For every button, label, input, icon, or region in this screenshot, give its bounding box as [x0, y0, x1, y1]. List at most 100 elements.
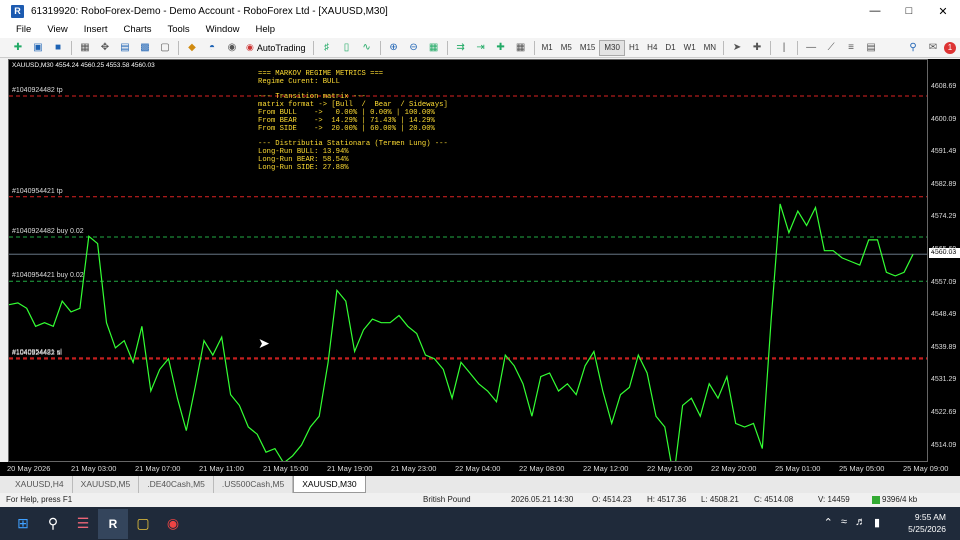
- file-explorer-icon[interactable]: ▢: [128, 509, 158, 539]
- indicators-icon[interactable]: ✚: [492, 40, 510, 56]
- status-low: L: 4508.21: [701, 495, 739, 504]
- info-line: From SIDE -> 20.00% | 60.00% | 20.00%: [258, 124, 435, 133]
- horizontal-line-icon[interactable]: —: [802, 40, 820, 56]
- price-chart[interactable]: XAUUSD,M30 4554.24 4560.25 4553.58 4560.…: [8, 59, 928, 462]
- order-line-label: #1040924482 buy 0.02: [12, 228, 84, 236]
- profiles-icon[interactable]: ▣: [29, 40, 47, 56]
- chart-shift-icon[interactable]: ⇥: [472, 40, 490, 56]
- tf-w1[interactable]: W1: [680, 41, 700, 55]
- chrome-icon[interactable]: ◉: [158, 509, 188, 539]
- tab-xauusd-m5[interactable]: XAUUSD,M5: [73, 476, 140, 493]
- status-profile: British Pound: [423, 495, 471, 504]
- price-tick: 4591.49: [931, 148, 957, 156]
- menu-help[interactable]: Help: [247, 22, 283, 38]
- new-order-icon[interactable]: ◆: [183, 40, 201, 56]
- price-tick: 4574.29: [931, 213, 957, 221]
- wifi-icon[interactable]: ≈: [841, 516, 847, 529]
- tf-mn[interactable]: MN: [700, 41, 720, 55]
- menu-file[interactable]: File: [8, 22, 39, 38]
- tf-h1[interactable]: H1: [625, 41, 643, 55]
- price-tick: 4565.69: [931, 246, 957, 253]
- chat-icon[interactable]: ✉: [924, 40, 942, 56]
- menu-insert[interactable]: Insert: [76, 22, 116, 38]
- time-tick: 21 May 07:00: [135, 464, 181, 473]
- price-axis: 4560.03 4608.69 4600.09 4591.49 4582.89 4574…: [928, 59, 960, 462]
- price-tick: 4557.09: [931, 278, 957, 286]
- tab-xauusd-m30[interactable]: XAUUSD,M30: [293, 476, 366, 493]
- connection-icon: [872, 495, 880, 504]
- search-icon[interactable]: ⚲: [904, 40, 922, 56]
- channel-icon[interactable]: ≡: [842, 40, 860, 56]
- trendline-icon[interactable]: ⟋: [822, 40, 840, 56]
- zoom-in-icon[interactable]: ⊕: [385, 40, 403, 56]
- metatrader-taskbar-icon[interactable]: R: [98, 508, 128, 539]
- widgets-icon[interactable]: ☰: [68, 509, 98, 539]
- close-icon[interactable]: ✕: [926, 0, 960, 22]
- strategy-tester-icon[interactable]: ▢: [156, 40, 174, 56]
- price-line: [9, 203, 914, 461]
- market-watch-icon[interactable]: ▦: [76, 40, 94, 56]
- time-tick: 25 May 01:00: [775, 464, 821, 473]
- autotrading-icon: ◉: [246, 42, 254, 52]
- time-tick: 25 May 09:00: [903, 464, 949, 473]
- battery-icon[interactable]: ▮: [874, 516, 880, 529]
- chart-window-icon[interactable]: ■: [49, 40, 67, 56]
- time-tick: 21 May 03:00: [71, 464, 117, 473]
- app-icon: R: [11, 4, 24, 18]
- line-chart-icon[interactable]: ∿: [358, 40, 376, 56]
- auto-scroll-icon[interactable]: ⇉: [452, 40, 470, 56]
- metaeditor-icon[interactable]: ◓: [203, 40, 221, 56]
- new-chart-icon[interactable]: ✚: [9, 40, 27, 56]
- menu-view[interactable]: View: [39, 22, 75, 38]
- zoom-out-icon[interactable]: ⊖: [405, 40, 423, 56]
- tf-h4[interactable]: H4: [643, 41, 661, 55]
- signals-icon[interactable]: ◉: [223, 40, 241, 56]
- windows-start-icon[interactable]: ⊞: [8, 509, 38, 539]
- time-tick: 21 May 23:00: [391, 464, 437, 473]
- notifications-badge-icon[interactable]: 1: [944, 41, 956, 54]
- menu-window[interactable]: Window: [198, 22, 248, 38]
- tab-xauusd-h4[interactable]: XAUUSD,H4: [7, 476, 73, 493]
- order-line-label: #1040954421 tp: [12, 187, 63, 195]
- chevron-up-icon[interactable]: ⌃: [824, 516, 833, 529]
- crosshair-icon[interactable]: ✚: [748, 40, 766, 56]
- fibonacci-icon[interactable]: ▤: [862, 40, 880, 56]
- search-taskbar-icon[interactable]: ⚲: [38, 509, 68, 539]
- system-tray: ⌃ ≈ ♬ ▮: [824, 516, 880, 529]
- tile-windows-icon[interactable]: ▦: [425, 40, 443, 56]
- templates-icon[interactable]: ▦: [512, 40, 530, 56]
- status-bar: For Help, press F1 British Pound 2026.05…: [0, 493, 960, 507]
- terminal-icon[interactable]: ▩: [136, 40, 154, 56]
- tf-m1[interactable]: M1: [538, 41, 557, 55]
- time-tick: 21 May 11:00: [199, 464, 244, 473]
- toolbar: ✚ ▣ ■ ▦ ✥ ▤ ▩ ▢ ◆ ◓ ◉ ◉ AutoTrading ♯ ▯ ∿…: [0, 38, 960, 58]
- tf-m15[interactable]: M15: [576, 41, 600, 55]
- navigator-icon[interactable]: ▤: [116, 40, 134, 56]
- status-volume: V: 14459: [818, 495, 850, 504]
- minimize-icon[interactable]: —: [858, 0, 892, 22]
- menu-tools[interactable]: Tools: [159, 22, 197, 38]
- tf-m30[interactable]: M30: [599, 39, 625, 56]
- tab-us500cash-m5[interactable]: .US500Cash,M5: [214, 476, 294, 493]
- autotrading-button[interactable]: ◉ AutoTrading: [242, 42, 310, 53]
- price-tick: 4539.89: [931, 343, 957, 351]
- chart-tabs: XAUUSD,H4 XAUUSD,M5 .DE40Cash,M5 .US500C…: [0, 476, 960, 493]
- bar-chart-icon[interactable]: ♯: [318, 40, 336, 56]
- price-tick: 4514.09: [931, 441, 957, 449]
- order-line-label: #1040924482 tp: [12, 86, 63, 94]
- window-title: 61319920: RoboForex-Demo - Demo Account …: [31, 5, 388, 17]
- tf-d1[interactable]: D1: [661, 41, 679, 55]
- maximize-icon[interactable]: □: [892, 0, 926, 22]
- candlestick-icon[interactable]: ▯: [338, 40, 356, 56]
- price-tick: 4608.69: [931, 83, 957, 90]
- volume-icon[interactable]: ♬: [855, 516, 866, 529]
- cursor-icon[interactable]: ➤: [728, 40, 746, 56]
- taskbar-clock[interactable]: 9:55 AM 5/25/2026: [908, 511, 946, 535]
- vertical-line-icon[interactable]: |: [775, 40, 793, 56]
- data-window-icon[interactable]: ✥: [96, 40, 114, 56]
- tab-de40cash-m5[interactable]: .DE40Cash,M5: [139, 476, 214, 493]
- mouse-cursor-icon: ➤: [258, 335, 270, 351]
- tf-m5[interactable]: M5: [557, 41, 576, 55]
- menu-charts[interactable]: Charts: [116, 22, 160, 38]
- time-tick: 22 May 04:00: [455, 464, 501, 473]
